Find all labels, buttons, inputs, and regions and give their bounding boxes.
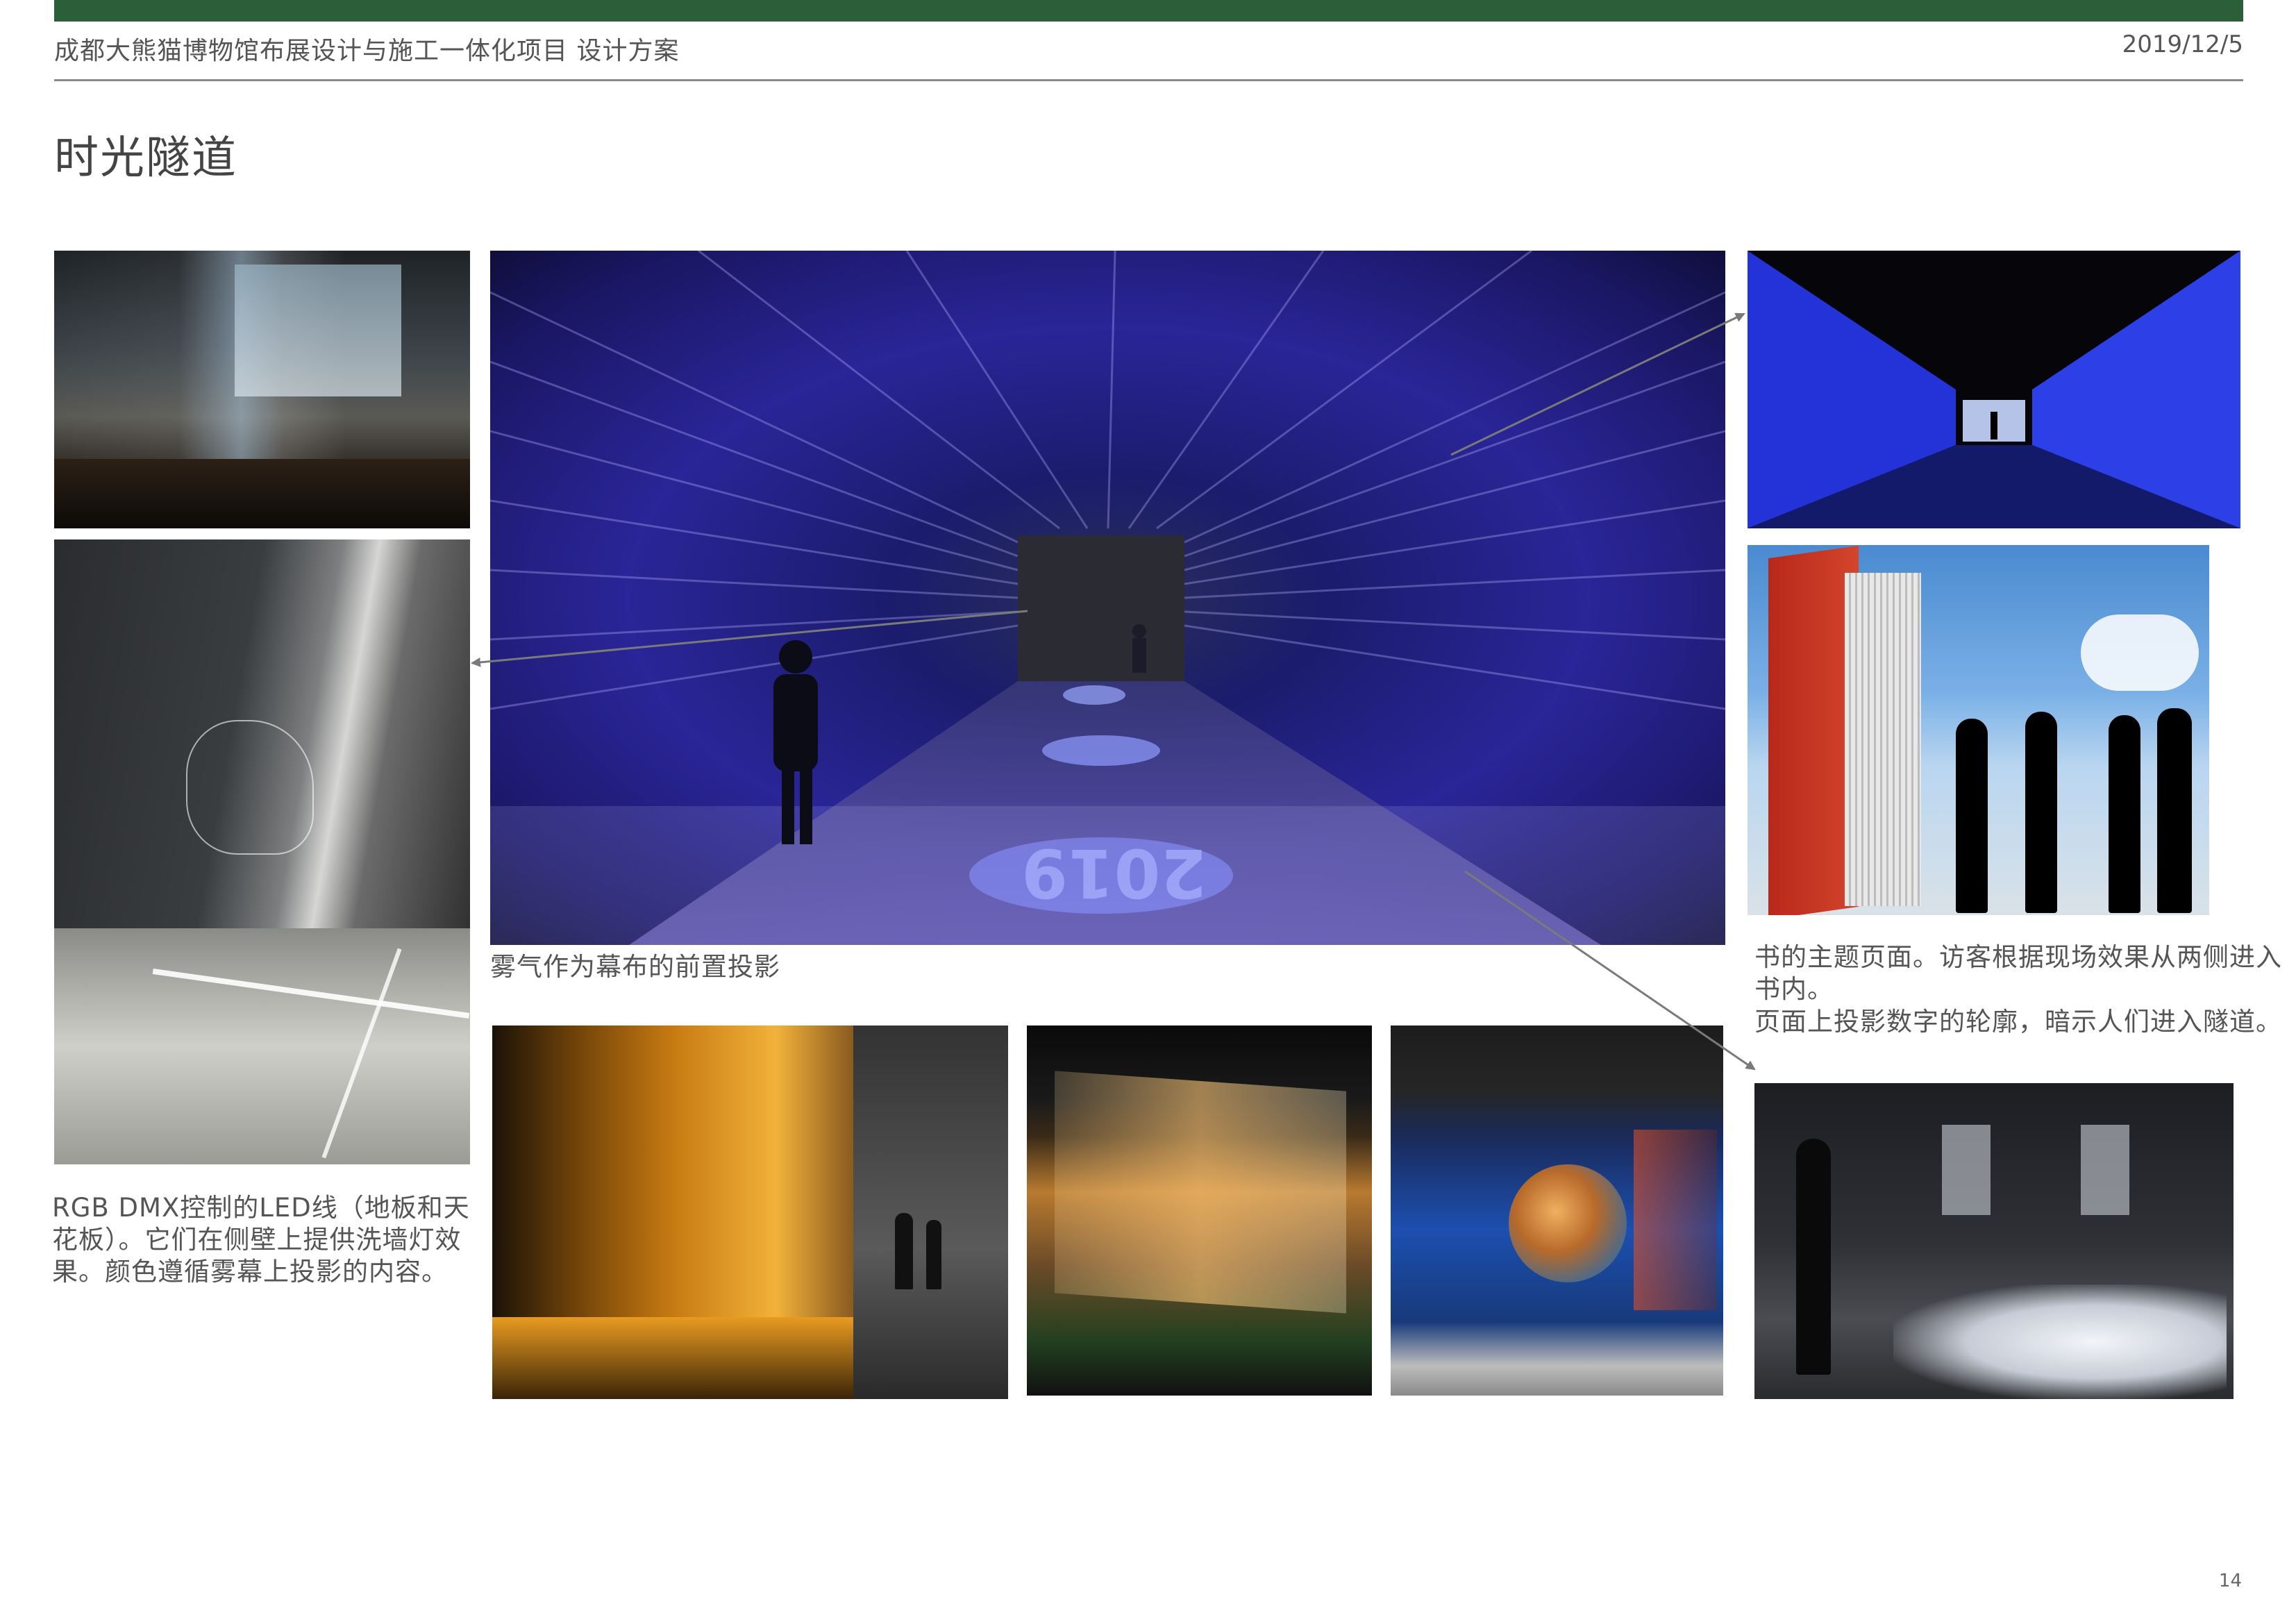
- page-number: 14: [2218, 1571, 2242, 1591]
- document-title: 成都大熊猫博物馆布展设计与施工一体化项目 设计方案: [54, 37, 680, 65]
- header-divider: [54, 79, 2243, 81]
- caption-digit-outline: 页面上投影数字的轮廓，暗示人们进入隧道。: [1754, 1007, 2282, 1037]
- time-tunnel-render: 2019: [490, 251, 1725, 945]
- fog-room-photo: [1754, 1083, 2234, 1399]
- caption-led-line: RGB DMX控制的LED线（地板和天花板）。它们在侧壁上提供洗墙灯效果。颜色遵…: [52, 1193, 470, 1287]
- fog-screen-exhibit-photo: [1027, 1026, 1372, 1396]
- document-date: 2019/12/5: [2122, 31, 2243, 58]
- caption-fog-projection: 雾气作为幕布的前置投影: [490, 952, 780, 982]
- top-accent-bar: [54, 0, 2243, 22]
- caption-book-pages: 书的主题页面。访客根据现场效果从两侧进入书内。: [1754, 942, 2282, 1004]
- orange-wall-fog-photo: [492, 1026, 1008, 1399]
- page-title: 时光隧道: [54, 133, 237, 184]
- floor-projection-digits: 2019: [1021, 834, 1207, 912]
- light-corridor-photo: [54, 539, 470, 1164]
- blue-light-corridor-photo: [1748, 251, 2240, 528]
- earth-projection-photo: [1391, 1026, 1723, 1396]
- glass-wall-photo: [54, 251, 470, 528]
- giant-book-silhouettes-photo: [1748, 545, 2209, 915]
